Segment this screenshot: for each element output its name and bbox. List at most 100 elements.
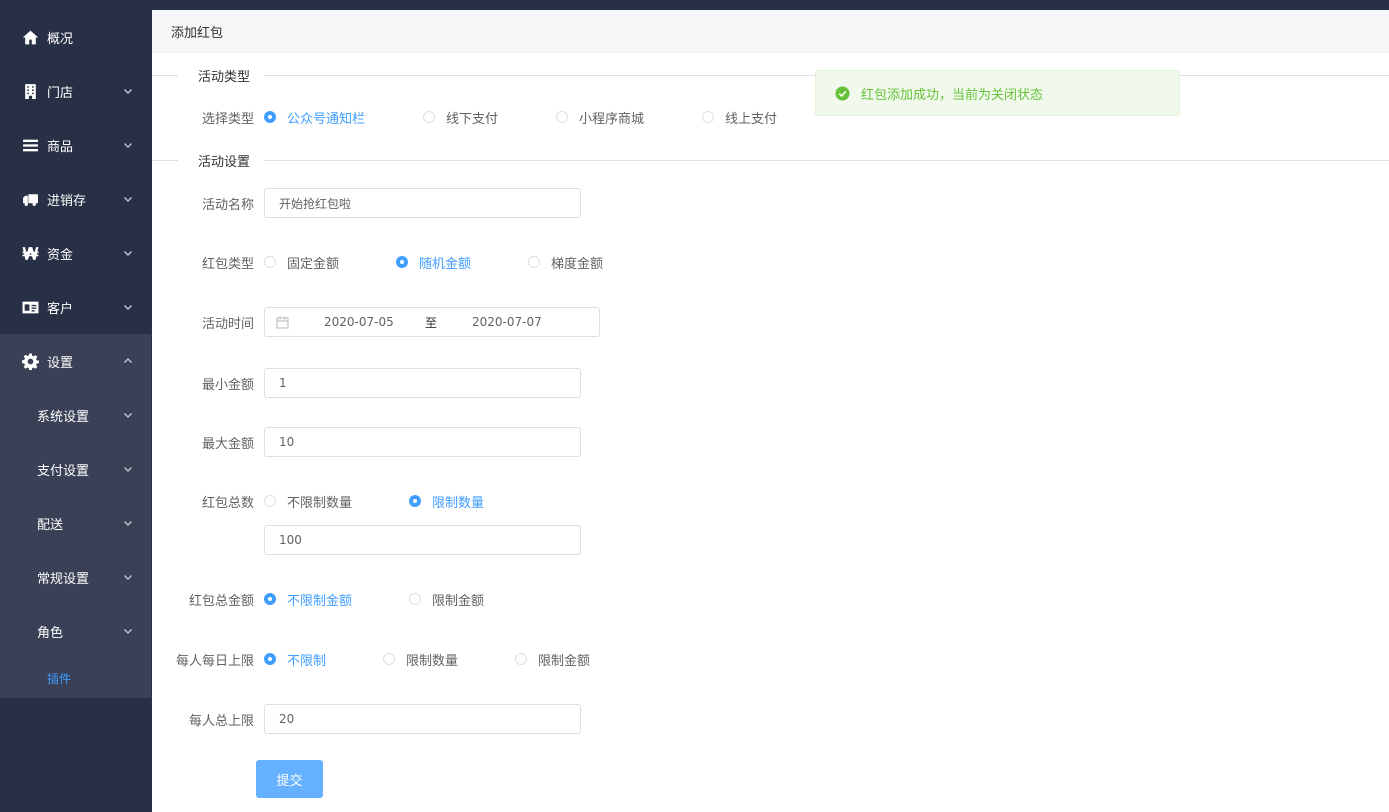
field-label: 活动时间 xyxy=(201,316,254,332)
success-toast: 红包添加成功，当前为关闭状态 xyxy=(815,70,1180,116)
radio-dot xyxy=(383,653,396,665)
sidebar: 概况 门店 商品 进销存 资金 客户 设置 系统设置 支付设置 配送 常规设置 … xyxy=(0,10,151,812)
radio-online-pay[interactable]: 线上支付 xyxy=(702,108,777,127)
radio-limited-count[interactable]: 限制数量 xyxy=(409,492,484,511)
field-label: 最大金额 xyxy=(201,436,254,452)
radio-dot xyxy=(264,256,276,268)
field-label: 每人总上限 xyxy=(188,713,254,729)
settings-submenu: 系统设置 支付设置 配送 常规设置 角色 插件 xyxy=(0,388,151,698)
radio-random-amount[interactable]: 随机金额 xyxy=(396,253,471,272)
sidebar-item-label: 概况 xyxy=(47,31,74,47)
divider xyxy=(152,74,178,76)
field-label: 每人每日上限 xyxy=(175,653,254,669)
id-card-icon xyxy=(21,298,39,316)
chevron-down-icon xyxy=(123,625,133,635)
toast-message: 红包添加成功，当前为关闭状态 xyxy=(861,87,1044,103)
form-row-select-type: 选择类型 公众号通知栏 线下支付 小程序商城 线上支付 xyxy=(152,102,777,132)
total-count-input[interactable] xyxy=(264,525,581,555)
date-separator: 至 xyxy=(425,315,438,330)
radio-label: 小程序商城 xyxy=(579,111,645,127)
radio-unlimited-count[interactable]: 不限制数量 xyxy=(264,492,352,511)
radio-label: 限制数量 xyxy=(406,653,459,669)
person-limit-input[interactable] xyxy=(264,704,581,734)
truck-icon xyxy=(21,190,39,208)
radio-label: 随机金额 xyxy=(419,256,472,272)
form-row-min: 最小金额 xyxy=(152,368,581,398)
radio-official-account[interactable]: 公众号通知栏 xyxy=(264,108,365,127)
sidebar-subitem-payment-settings[interactable]: 支付设置 xyxy=(0,442,151,496)
sidebar-subitem-delivery[interactable]: 配送 xyxy=(0,496,151,550)
section-activity-settings: 活动设置 xyxy=(152,151,1389,170)
sidebar-item-label: 门店 xyxy=(47,85,74,101)
gear-icon xyxy=(21,352,39,370)
form-row-name: 活动名称 xyxy=(152,188,581,218)
radio-label: 固定金额 xyxy=(287,256,340,272)
date-range-picker[interactable]: 2020-07-05 至 2020-07-07 xyxy=(264,307,600,337)
radio-dot xyxy=(264,111,276,123)
submit-button[interactable]: 提交 xyxy=(256,760,323,798)
sidebar-item-funds[interactable]: 资金 xyxy=(0,226,151,280)
radio-limited-amount[interactable]: 限制金额 xyxy=(409,590,484,609)
form-row-total-count-value xyxy=(152,525,581,555)
chevron-down-icon xyxy=(123,517,133,527)
radio-daily-limit-count[interactable]: 限制数量 xyxy=(383,650,458,669)
radio-label: 不限制金额 xyxy=(287,593,353,609)
main-content: 添加红包 活动类型 选择类型 公众号通知栏 线下支付 小程序商城 线上支付 活动… xyxy=(152,10,1389,812)
radio-fixed-amount[interactable]: 固定金额 xyxy=(264,253,339,272)
calendar-icon xyxy=(276,316,289,329)
radio-daily-limit-amount[interactable]: 限制金额 xyxy=(515,650,590,669)
form-row-total-amount: 红包总金额 不限制金额 限制金额 xyxy=(152,584,484,614)
sidebar-item-goods[interactable]: 商品 xyxy=(0,118,151,172)
field-label: 选择类型 xyxy=(201,111,254,127)
section-title: 活动类型 xyxy=(198,69,251,85)
divider xyxy=(264,159,1389,161)
radio-dot xyxy=(409,593,422,605)
sidebar-subitem-label: 角色 xyxy=(37,625,64,641)
form-row-hb-type: 红包类型 固定金额 随机金额 梯度金额 xyxy=(152,247,603,277)
sidebar-item-customer[interactable]: 客户 xyxy=(0,280,151,334)
form-row-person-limit: 每人总上限 xyxy=(152,704,581,734)
sidebar-item-label: 设置 xyxy=(47,355,74,371)
radio-dot xyxy=(264,495,276,507)
radio-label: 线下支付 xyxy=(446,111,499,127)
section-activity-type: 活动类型 xyxy=(152,66,1389,85)
activity-name-input[interactable] xyxy=(264,188,581,218)
radio-dot xyxy=(423,111,436,123)
sidebar-item-label: 客户 xyxy=(47,301,74,317)
radio-label: 限制数量 xyxy=(432,495,485,511)
chevron-down-icon xyxy=(123,247,133,257)
radio-label: 限制金额 xyxy=(538,653,591,669)
max-amount-input[interactable] xyxy=(264,427,581,457)
sidebar-item-inventory[interactable]: 进销存 xyxy=(0,172,151,226)
radio-label: 线上支付 xyxy=(725,111,778,127)
radio-offline-pay[interactable]: 线下支付 xyxy=(423,108,498,127)
sidebar-subitem-label: 系统设置 xyxy=(37,409,90,425)
field-label: 红包类型 xyxy=(201,256,254,272)
sidebar-item-store[interactable]: 门店 xyxy=(0,64,151,118)
building-icon xyxy=(21,82,39,100)
sidebar-subitem-general-settings[interactable]: 常规设置 xyxy=(0,550,151,604)
sidebar-item-overview[interactable]: 概况 xyxy=(0,10,151,64)
sidebar-subitem-label: 配送 xyxy=(37,517,64,533)
sidebar-subitem-system-settings[interactable]: 系统设置 xyxy=(0,388,151,442)
sidebar-subitem-label: 常规设置 xyxy=(37,571,90,587)
list-icon xyxy=(21,136,39,154)
radio-mini-program[interactable]: 小程序商城 xyxy=(556,108,644,127)
radio-gradient-amount[interactable]: 梯度金额 xyxy=(528,253,603,272)
sidebar-item-label: 进销存 xyxy=(47,193,87,209)
end-date[interactable]: 2020-07-07 xyxy=(472,315,542,329)
radio-unlimited-amount[interactable]: 不限制金额 xyxy=(264,590,352,609)
sidebar-subitem-role[interactable]: 角色 xyxy=(0,604,151,658)
radio-dot xyxy=(396,256,409,268)
top-bar xyxy=(0,0,1389,10)
field-label: 红包总金额 xyxy=(188,593,254,609)
sidebar-item-settings[interactable]: 设置 xyxy=(0,334,151,388)
chevron-down-icon xyxy=(123,409,133,419)
home-icon xyxy=(21,28,39,46)
min-amount-input[interactable] xyxy=(264,368,581,398)
sidebar-subitem-plugin[interactable]: 插件 xyxy=(0,658,151,698)
start-date[interactable]: 2020-07-05 xyxy=(324,315,394,329)
radio-daily-unlimited[interactable]: 不限制 xyxy=(264,650,326,669)
sidebar-subitem-label: 支付设置 xyxy=(37,463,90,479)
radio-dot xyxy=(528,256,541,268)
